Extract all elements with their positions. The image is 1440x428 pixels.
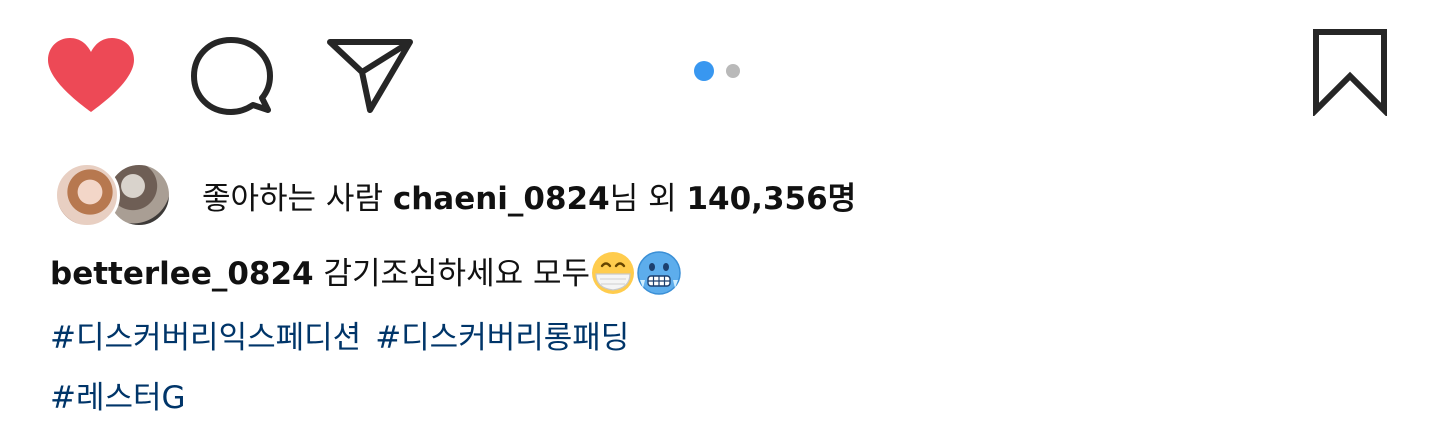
- likes-prefix: 좋아하는 사람: [202, 180, 393, 217]
- likes-summary: 좋아하는 사람 chaeni_0824님 외 140,356명: [54, 158, 856, 232]
- hashtag-link[interactable]: #디스커버리롱패딩: [375, 308, 629, 368]
- comment-icon[interactable]: [190, 36, 274, 116]
- heart-icon[interactable]: [46, 36, 136, 116]
- hashtag-link[interactable]: #레스터G: [50, 368, 186, 428]
- likes-unit: 명: [827, 180, 857, 217]
- post-action-bar: [0, 0, 1440, 140]
- liker-username[interactable]: chaeni_0824: [393, 181, 610, 217]
- carousel-dot-active: [694, 61, 714, 81]
- hashtag-link[interactable]: #디스커버리익스페디션: [50, 308, 361, 368]
- post-caption: betterlee_0824 감기조심하세요 모두: [50, 250, 682, 296]
- carousel-dot: [726, 64, 740, 78]
- cold-face-emoji-icon: [636, 250, 682, 296]
- liker-avatars[interactable]: [54, 158, 176, 232]
- share-icon[interactable]: [326, 34, 414, 114]
- likes-count[interactable]: 140,356: [686, 181, 827, 217]
- author-username[interactable]: betterlee_0824: [50, 256, 314, 292]
- carousel-indicator: [694, 60, 740, 82]
- caption-text: 감기조심하세요 모두: [313, 256, 591, 292]
- likes-suffix: 님 외: [609, 180, 687, 217]
- likes-text[interactable]: 좋아하는 사람 chaeni_0824님 외 140,356명: [202, 173, 856, 218]
- medical-mask-emoji-icon: [590, 250, 636, 296]
- bookmark-icon[interactable]: [1310, 28, 1390, 116]
- avatar[interactable]: [54, 162, 120, 228]
- hashtag-list: #디스커버리익스페디션 #디스커버리롱패딩 #레스터G: [50, 308, 629, 428]
